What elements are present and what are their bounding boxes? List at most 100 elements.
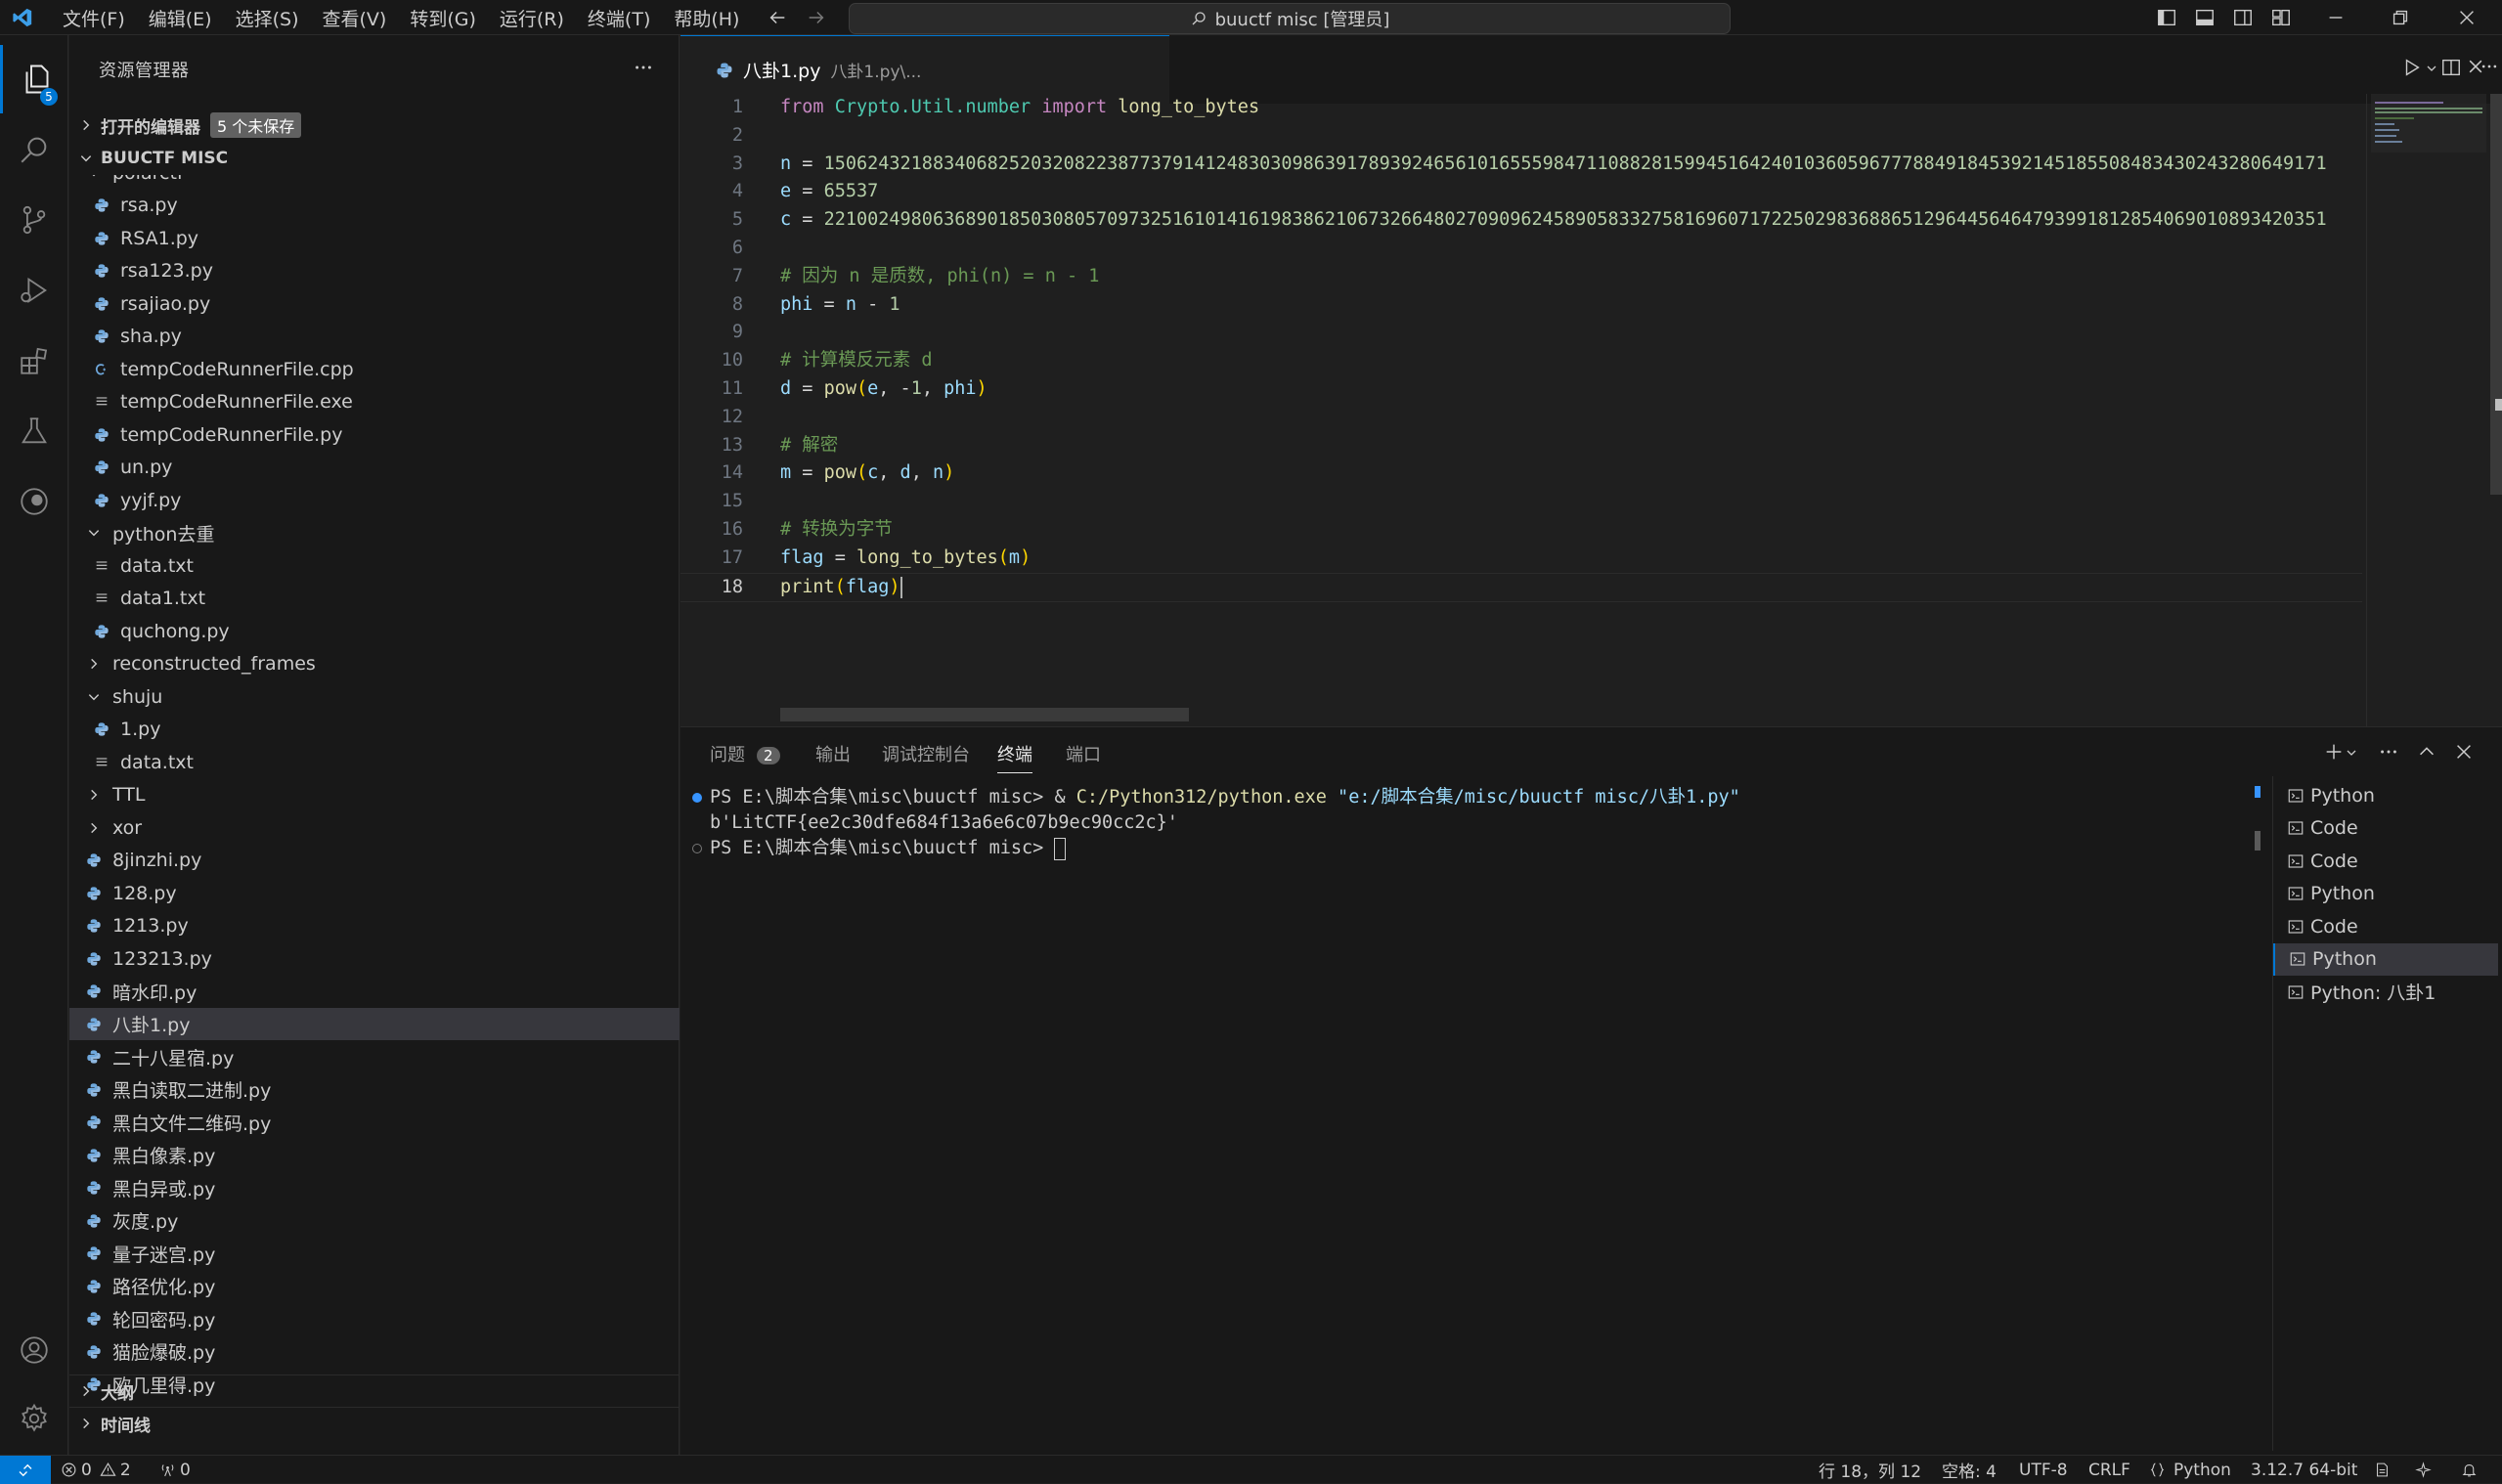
terminal-instance[interactable]: Code	[2273, 845, 2498, 877]
settings-gear-icon[interactable]	[0, 1384, 68, 1453]
tree-file[interactable]: quchong.py	[69, 615, 680, 647]
ports-status[interactable]: 0	[159, 1456, 191, 1484]
python-interpreter[interactable]: 3.12.7 64-bit	[2251, 1456, 2357, 1484]
code-line[interactable]: 4 e = 65537	[680, 178, 2362, 205]
terminal-instance[interactable]: Python: 八卦1	[2273, 976, 2498, 1008]
file-encoding[interactable]: UTF-8	[2019, 1456, 2068, 1484]
language-mode[interactable]: Python	[2149, 1456, 2231, 1484]
terminal-instance[interactable]: Python	[2273, 942, 2498, 976]
tree-file[interactable]: rsajiao.py	[69, 287, 680, 320]
code-line[interactable]: 13 # 解密	[680, 432, 2362, 459]
end-of-line[interactable]: CRLF	[2088, 1456, 2130, 1484]
menu-item[interactable]: 选择(S)	[224, 5, 311, 31]
open-editors-section[interactable]: 打开的编辑器 5 个未保存	[69, 109, 680, 141]
tree-file[interactable]: data1.txt	[69, 583, 680, 615]
workspace-section[interactable]: BUUCTF MISC	[69, 143, 680, 174]
tree-file[interactable]: 二十八星宿.py	[69, 1041, 680, 1073]
code-line[interactable]: 14 m = pow(c, d, n)	[680, 459, 2362, 487]
toggle-primary-sidebar-icon[interactable]	[2156, 7, 2177, 28]
tree-file[interactable]: 黑白文件二维码.py	[69, 1107, 680, 1139]
tree-file[interactable]: rsa123.py	[69, 255, 680, 287]
menu-item[interactable]: 查看(V)	[311, 5, 399, 31]
code-line[interactable]: 10 # 计算模反元素 d	[680, 347, 2362, 374]
tree-file[interactable]: 128.py	[69, 877, 680, 909]
run-debug-icon[interactable]	[0, 256, 68, 325]
code-line[interactable]: 18 print(flag)	[680, 572, 2362, 602]
tree-file[interactable]: un.py	[69, 452, 680, 484]
tree-file[interactable]: 猫脸爆破.py	[69, 1335, 680, 1368]
tree-file[interactable]: 八卦1.py	[69, 1008, 680, 1040]
tree-folder[interactable]: shuju	[69, 680, 680, 713]
code-line[interactable]: 1 from Crypto.Util.number import long_to_…	[680, 94, 2362, 121]
code-line[interactable]: 3 n = 15062432188340682520320822387737914…	[680, 151, 2362, 178]
explorer-icon[interactable]: 5	[0, 45, 71, 113]
code-line[interactable]: 11 d = pow(e, -1, phi)	[680, 375, 2362, 403]
tree-file[interactable]: 灰度.py	[69, 1204, 680, 1237]
code-line[interactable]: 9	[680, 319, 2362, 346]
tree-file[interactable]: tempCodeRunnerFile.exe	[69, 386, 680, 418]
close-panel-icon[interactable]	[2453, 741, 2475, 763]
testing-flask-icon[interactable]	[0, 397, 68, 465]
code-line[interactable]: 5 c = 22100249806368901850308057097325161…	[680, 206, 2362, 234]
tree-file[interactable]: data.txt	[69, 549, 680, 582]
tree-folder[interactable]: polarctf	[69, 175, 680, 189]
new-terminal-plus-icon[interactable]	[2323, 741, 2345, 763]
minimize-window-icon[interactable]	[2325, 7, 2347, 28]
tree-file[interactable]: 黑白读取二进制.py	[69, 1073, 680, 1106]
panel-more-actions-icon[interactable]	[2378, 741, 2399, 763]
code-line[interactable]: 16 # 转换为字节	[680, 516, 2362, 544]
run-python-file-icon[interactable]	[2401, 57, 2423, 78]
tree-file[interactable]: 量子迷宫.py	[69, 1238, 680, 1270]
remote-indicator[interactable]	[0, 1456, 51, 1484]
close-window-icon[interactable]	[2456, 7, 2478, 28]
menu-item[interactable]: 编辑(E)	[137, 5, 224, 31]
cursor-position[interactable]: 行 18，列 12	[1819, 1456, 1921, 1484]
horizontal-scrollbar[interactable]	[780, 708, 1189, 721]
feedback-icon[interactable]	[2374, 1456, 2391, 1484]
vertical-scrollbar[interactable]	[2490, 94, 2502, 495]
run-dropdown-chevron-icon[interactable]	[2426, 63, 2437, 74]
tree-file[interactable]: tempCodeRunnerFile.cpp	[69, 353, 680, 385]
back-arrow-icon[interactable]	[767, 7, 788, 28]
menu-item[interactable]: 转到(G)	[398, 5, 488, 31]
tree-file[interactable]: rsa.py	[69, 190, 680, 222]
maximize-panel-chevron-up-icon[interactable]	[2416, 741, 2437, 763]
code-line[interactable]: 17 flag = long_to_bytes(m)	[680, 545, 2362, 572]
terminal-instance[interactable]: Python	[2273, 779, 2498, 811]
tree-file[interactable]: 1.py	[69, 714, 680, 746]
tree-file[interactable]: data.txt	[69, 746, 680, 778]
restore-window-icon[interactable]	[2390, 7, 2411, 28]
tree-folder[interactable]: xor	[69, 811, 680, 844]
terminal-instance[interactable]: Code	[2273, 812, 2498, 845]
code-line[interactable]: 12	[680, 404, 2362, 431]
code-line[interactable]: 7 # 因为 n 是质数, phi(n) = n - 1	[680, 263, 2362, 290]
forward-arrow-icon[interactable]	[806, 7, 827, 28]
toggle-panel-icon[interactable]	[2194, 7, 2216, 28]
tree-file[interactable]: 8jinzhi.py	[69, 845, 680, 877]
split-editor-icon[interactable]	[2440, 57, 2462, 78]
tree-file[interactable]: 123213.py	[69, 942, 680, 975]
minimap[interactable]	[2366, 94, 2502, 726]
terminal-scrollbar[interactable]	[2255, 831, 2261, 851]
tree-file[interactable]: RSA1.py	[69, 222, 680, 254]
tree-folder[interactable]: python去重	[69, 517, 680, 549]
copilot-sparkle-icon[interactable]	[2415, 1456, 2432, 1484]
search-view-icon[interactable]	[0, 115, 68, 184]
tab-terminal[interactable]: 终端	[997, 741, 1032, 773]
tree-file[interactable]: 1213.py	[69, 910, 680, 942]
tree-file[interactable]: 黑白异或.py	[69, 1172, 680, 1204]
tree-folder[interactable]: TTL	[69, 779, 680, 811]
tree-file[interactable]: 暗水印.py	[69, 976, 680, 1008]
indentation[interactable]: 空格: 4	[1942, 1456, 1997, 1484]
menu-item[interactable]: 终端(T)	[576, 5, 662, 31]
tree-file[interactable]: yyjf.py	[69, 484, 680, 516]
tree-file[interactable]: 黑白像素.py	[69, 1139, 680, 1171]
tree-folder[interactable]: reconstructed_frames	[69, 648, 680, 680]
editor-more-actions-icon[interactable]	[2480, 57, 2499, 76]
problems-status[interactable]: 0 2	[61, 1456, 131, 1484]
tab-ports[interactable]: 端口	[1066, 741, 1101, 766]
code-line[interactable]: 2	[680, 122, 2362, 150]
code-line[interactable]: 15	[680, 488, 2362, 515]
code-editor[interactable]: 1 from Crypto.Util.number import long_to_…	[680, 94, 2366, 641]
tree-file[interactable]: sha.py	[69, 321, 680, 353]
